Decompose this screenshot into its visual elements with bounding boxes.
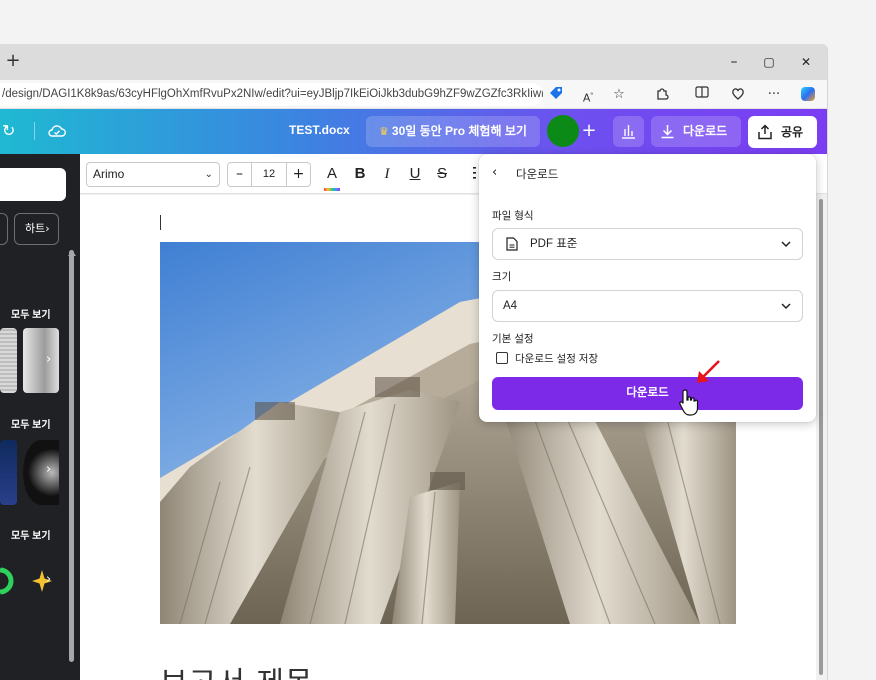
scroll-right-icon[interactable]: › — [46, 462, 51, 477]
font-size-stepper: – 12 + — [227, 162, 311, 187]
close-window-button[interactable]: ✕ — [794, 52, 818, 72]
favorite-star-icon[interactable]: ☆ — [609, 85, 629, 105]
split-screen-icon[interactable] — [692, 85, 712, 105]
red-arrow-icon — [697, 360, 720, 383]
save-settings-label[interactable]: 다운로드 설정 저장 — [515, 351, 598, 366]
element-thumbnail[interactable] — [0, 328, 17, 393]
maximize-button[interactable]: ▢ — [757, 52, 781, 72]
text-color-swatch — [324, 188, 340, 191]
scroll-right-icon[interactable]: › — [46, 572, 51, 587]
url-field[interactable]: /design/DAGI1K8k9as/63cyHFlgOhXmfRvuPx2N… — [0, 83, 543, 106]
share-label: 공유 — [781, 125, 804, 139]
category-chip-partial[interactable] — [0, 213, 8, 245]
download-icon — [661, 125, 674, 139]
download-button[interactable]: 다운로드 — [492, 377, 803, 410]
element-thumbnail[interactable] — [0, 440, 17, 505]
avatar[interactable] — [547, 115, 579, 147]
chevron-down-icon: ⌄ — [204, 169, 213, 180]
new-tab-button[interactable]: + — [4, 52, 22, 70]
decrease-font-size-button[interactable]: – — [228, 163, 252, 186]
see-all-link[interactable]: 모두 보기 — [11, 416, 51, 431]
basic-settings-label: 기본 설정 — [492, 333, 534, 345]
file-type-value: PDF 표준 — [530, 238, 578, 250]
address-bar-row: /design/DAGI1K8k9as/63cyHFlgOhXmfRvuPx2N… — [0, 80, 827, 109]
cloud-sync-icon[interactable] — [46, 120, 68, 142]
category-chip-heart[interactable]: 하트› — [14, 213, 59, 245]
document-title[interactable]: TEST.docx — [289, 123, 350, 137]
chevron-down-icon — [781, 241, 791, 248]
read-aloud-icon[interactable]: Aᵃ — [578, 85, 598, 105]
download-panel: ‹ 다운로드 파일 형식 PDF 표준 크기 A4 기본 설정 다운로드 설정 … — [479, 154, 816, 422]
scroll-up-icon[interactable] — [68, 250, 76, 256]
save-settings-checkbox[interactable] — [496, 352, 508, 364]
underline-button[interactable]: U — [404, 162, 426, 186]
element-thumbnail[interactable] — [0, 566, 16, 596]
bar-chart-icon — [622, 125, 635, 139]
share-button[interactable]: 공유 — [748, 116, 817, 148]
scroll-right-icon[interactable]: › — [46, 352, 51, 367]
canvas-scrollbar[interactable] — [819, 199, 823, 675]
chip-label: 하트 — [25, 223, 46, 235]
file-type-select[interactable]: PDF 표준 — [492, 228, 803, 260]
header-download-label: 다운로드 — [683, 124, 728, 138]
copilot-icon[interactable] — [798, 85, 818, 105]
font-family-select[interactable]: Arimo ⌄ — [86, 162, 220, 187]
document-icon — [506, 237, 518, 251]
pro-trial-label: 30일 동안 Pro 체험해 보기 — [391, 124, 527, 138]
redo-icon[interactable]: ↻ — [2, 121, 20, 141]
header-download-button[interactable]: 다운로드 — [651, 116, 741, 147]
chevron-down-icon — [781, 303, 791, 310]
back-button[interactable]: ‹ — [492, 164, 508, 182]
font-family-value: Arimo — [93, 167, 125, 181]
see-all-link[interactable]: 모두 보기 — [11, 527, 51, 542]
side-panel: 하트› 모두 보기 › 모두 보기 › 모두 보기 › — [0, 154, 80, 680]
more-icon[interactable]: ··· — [764, 85, 784, 105]
minimize-button[interactable]: – — [722, 52, 746, 72]
element-thumbnail[interactable] — [23, 328, 59, 393]
align-icon[interactable] — [473, 165, 476, 183]
canvas-scrollbar-track[interactable] — [816, 195, 827, 680]
hand-cursor-icon — [679, 389, 699, 416]
text-color-button[interactable]: A — [321, 162, 343, 186]
header-divider — [34, 122, 35, 140]
pro-trial-button[interactable]: ♛ 30일 동안 Pro 체험해 보기 — [366, 116, 540, 147]
element-thumbnail[interactable] — [23, 440, 59, 505]
browser-essentials-icon[interactable] — [728, 85, 748, 105]
download-panel-title: 다운로드 — [516, 169, 559, 181]
share-icon — [758, 124, 772, 140]
insights-button[interactable] — [613, 116, 644, 147]
search-input[interactable] — [0, 168, 66, 201]
side-panel-scrollbar[interactable] — [69, 250, 74, 662]
increase-font-size-button[interactable]: + — [286, 163, 310, 186]
crown-icon: ♛ — [379, 125, 389, 138]
tab-strip: + – ▢ ✕ — [0, 44, 827, 80]
italic-button[interactable]: I — [376, 162, 398, 186]
report-heading[interactable]: 보고서 제목 — [160, 658, 314, 680]
size-select[interactable]: A4 — [492, 290, 803, 322]
tag-icon[interactable] — [546, 85, 566, 105]
extensions-icon[interactable] — [652, 85, 672, 105]
size-value: A4 — [503, 300, 518, 312]
font-size-input[interactable]: 12 — [252, 163, 286, 186]
bold-button[interactable]: B — [349, 162, 371, 186]
size-label: 크기 — [492, 271, 512, 283]
text-caret — [160, 215, 161, 230]
strikethrough-button[interactable]: S — [431, 162, 453, 186]
see-all-link[interactable]: 모두 보기 — [11, 306, 51, 321]
canva-header: ↻ TEST.docx ♛ 30일 동안 Pro 체험해 보기 + 다운로드 공유 — [0, 109, 827, 154]
add-member-button[interactable]: + — [579, 120, 599, 142]
file-type-label: 파일 형식 — [492, 210, 534, 222]
